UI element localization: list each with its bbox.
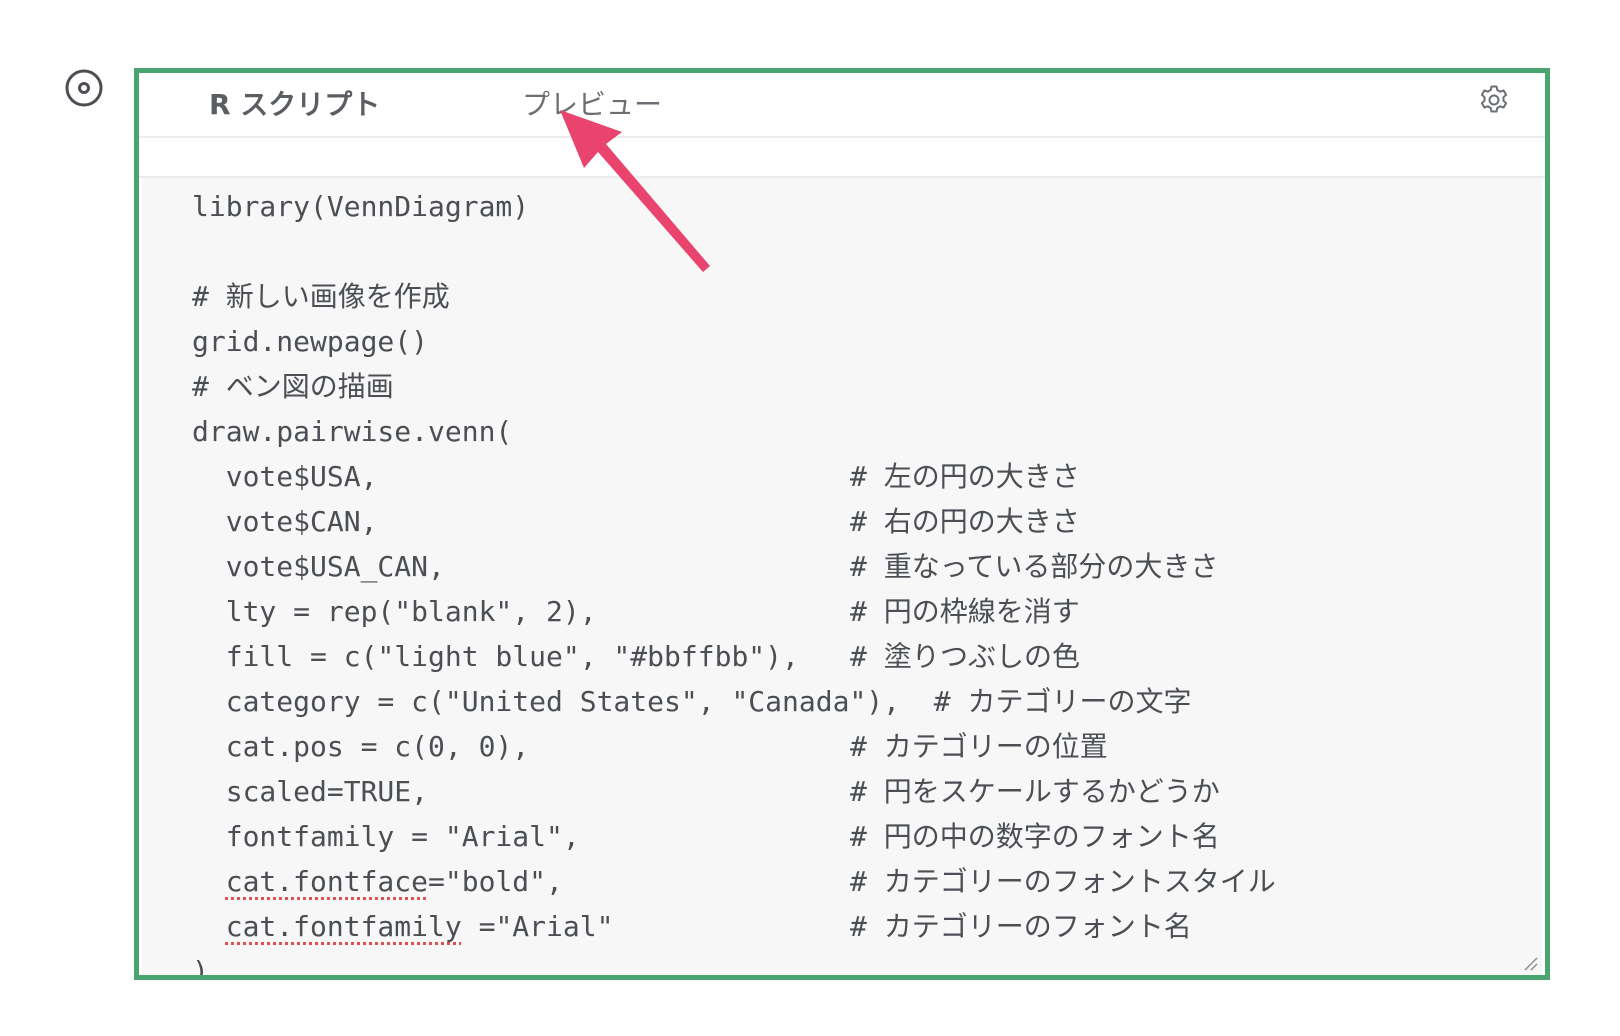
gear-icon[interactable] xyxy=(1477,83,1511,117)
spellcheck-word: cat.fontfamily xyxy=(225,910,462,943)
code-line: # 新しい画像を作成 xyxy=(192,274,1191,319)
code-line-text: # 新しい画像を作成 xyxy=(192,280,450,313)
code-line: cat.fontfamily ="Arial" # カテゴリーのフォント名 xyxy=(192,904,1192,949)
code-line-text: fill = c("light blue", "#bbffbb"), xyxy=(192,640,799,673)
code-line: category = c("United States", "Canada"),… xyxy=(192,679,1192,724)
code-comment: # 塗りつぶしの色 xyxy=(850,640,1080,673)
code-line: grid.newpage() xyxy=(192,319,1191,364)
code-line: vote$CAN, # 右の円の大きさ xyxy=(192,499,1191,544)
tab-preview[interactable]: プレビュー xyxy=(522,88,662,122)
code-comment: # 左の円の大きさ xyxy=(850,460,1080,493)
code-line: vote$USA_CAN, # 重なっている部分の大きさ xyxy=(192,544,1219,589)
code-line: vote$USA, # 左の円の大きさ xyxy=(192,454,1191,499)
code-line-text: fontfamily = "Arial", xyxy=(192,820,580,853)
code-comment: # 円の中の数字のフォント名 xyxy=(850,820,1220,853)
code-line: lty = rep("blank", 2), # 円の枠線を消す xyxy=(192,589,1191,634)
code-comment: # 重なっている部分の大きさ xyxy=(850,550,1219,583)
code-line-text: cat.pos = c(0, 0), xyxy=(192,730,530,763)
editor-tab-bar: R スクリプト プレビュー xyxy=(139,73,1545,138)
editor-toolbar-strip xyxy=(139,138,1545,178)
radio-target-icon[interactable] xyxy=(64,68,104,108)
code-editor-panel: R スクリプト プレビュー library(VennDiagram) # 新しい画… xyxy=(134,68,1550,980)
resize-handle-icon[interactable] xyxy=(1522,955,1538,971)
code-line-text: library(VennDiagram) xyxy=(192,190,530,223)
code-line: # ベン図の描画 xyxy=(192,364,1191,409)
code-comment: # 円をスケールするかどうか xyxy=(850,775,1220,808)
code-line-text: lty = rep("blank", 2), xyxy=(192,595,597,628)
code-line-rest: ="bold", xyxy=(428,865,563,898)
code-line-text: scaled=TRUE, xyxy=(192,775,429,808)
code-comment: # カテゴリーの位置 xyxy=(850,730,1108,763)
code-line: library(VennDiagram) xyxy=(192,184,1191,229)
code-textarea[interactable]: library(VennDiagram) # 新しい画像を作成 grid.newpa… xyxy=(142,178,1542,975)
code-line-text: grid.newpage() xyxy=(192,325,429,358)
code-line-rest: ="Arial" xyxy=(461,910,614,943)
code-comment: # 円の枠線を消す xyxy=(850,595,1080,628)
code-line-text: category = c("United States", "Canada"),… xyxy=(192,685,1192,718)
code-line: fill = c("light blue", "#bbffbb"), # 塗りつぶ… xyxy=(192,634,1191,679)
code-line-text: vote$CAN, xyxy=(192,505,378,538)
code-line: cat.pos = c(0, 0), # カテゴリーの位置 xyxy=(192,724,1191,769)
code-comment: # カテゴリーのフォント名 xyxy=(850,910,1192,943)
code-line: ) xyxy=(192,949,1191,975)
code-comment: # カテゴリーのフォントスタイル xyxy=(850,865,1276,898)
code-line-text: vote$USA, xyxy=(192,460,378,493)
code-line-text: draw.pairwise.venn( xyxy=(192,415,513,448)
page: R スクリプト プレビュー library(VennDiagram) # 新しい画… xyxy=(0,0,1620,1036)
code-line-text: ) xyxy=(192,955,209,975)
code-line-text: # ベン図の描画 xyxy=(192,370,394,403)
tab-r-script[interactable]: R スクリプト xyxy=(209,88,380,122)
code-line: scaled=TRUE, # 円をスケールするかどうか xyxy=(192,769,1220,814)
code-line-text: vote$USA_CAN, xyxy=(192,550,445,583)
code-line: draw.pairwise.venn( xyxy=(192,409,1191,454)
spellcheck-word: cat.fontface xyxy=(225,865,429,898)
code-line: cat.fontface="bold", # カテゴリーのフォントスタイル xyxy=(192,859,1276,904)
code-comment: # 右の円の大きさ xyxy=(850,505,1080,538)
code-line: fontfamily = "Arial", # 円の中の数字のフォント名 xyxy=(192,814,1220,859)
code-lines: library(VennDiagram) # 新しい画像を作成 grid.newpa… xyxy=(192,184,1276,975)
